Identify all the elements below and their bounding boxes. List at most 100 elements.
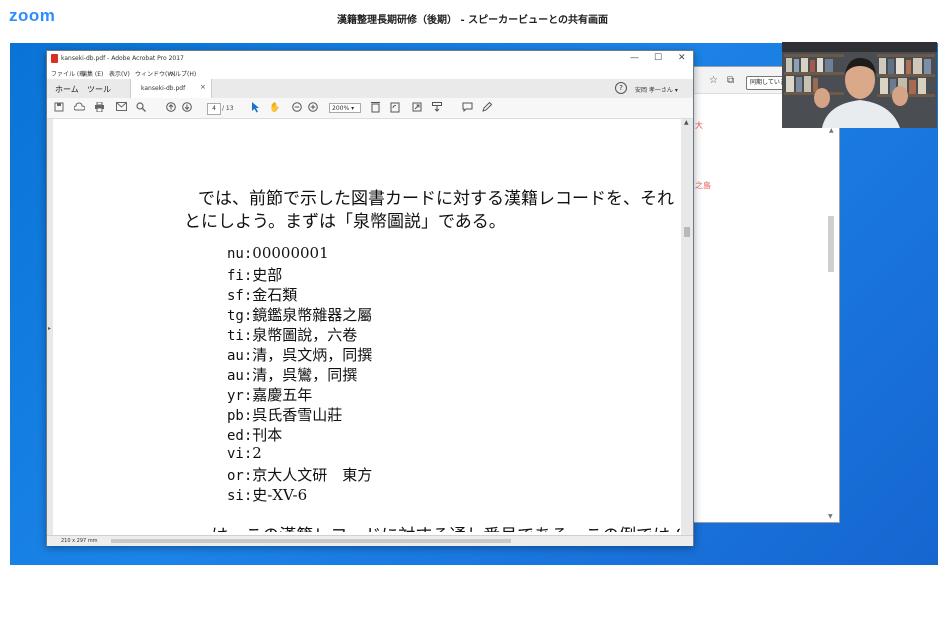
save-icon[interactable] — [53, 102, 65, 114]
record-value: 鏡鑑泉幣雜器之屬 — [252, 306, 373, 324]
record-key: yr: — [227, 388, 253, 404]
tab-tools[interactable]: ツール — [87, 84, 111, 95]
document-clip: nu は、この漢籍レコードに対する通し番号である。この例では 8 — [52, 518, 680, 532]
record-line: sf:金石類 — [227, 284, 297, 305]
favorites-icon[interactable]: ☆ — [709, 75, 718, 86]
document-paragraph: とにしよう。まずは「泉幣圖説」である。 — [184, 212, 506, 232]
right-pane[interactable]: ▲ ◂ — [677, 119, 693, 535]
maximize-icon[interactable]: ☐ — [654, 53, 662, 63]
record-key: tg: — [227, 308, 253, 324]
record-line: ed:刊本 — [227, 424, 282, 445]
expand-left-icon[interactable]: ▸ — [48, 325, 51, 332]
help-icon[interactable]: ? — [615, 82, 627, 94]
record-value: 2 — [252, 444, 262, 462]
scroll-up-icon[interactable]: ▲ — [829, 127, 834, 134]
title-bar: kanseki-db.pdf - Adobe Acrobat Pro 2017 … — [47, 51, 693, 68]
menu-bar: ファイル (F) 編集 (E) 表示(V) ウィンドウ(W) ヘルプ(H) — [47, 68, 693, 79]
speaker-video — [782, 42, 937, 128]
menu-file[interactable]: ファイル (F) — [51, 69, 85, 78]
prev-page-icon[interactable] — [165, 102, 177, 114]
record-line: yr:嘉慶五年 — [227, 384, 312, 405]
record-key: sf: — [227, 288, 253, 304]
hand-icon[interactable]: ✋ — [269, 102, 281, 114]
menu-edit[interactable]: 編集 (E) — [81, 69, 103, 78]
zoom-in-icon[interactable] — [307, 102, 319, 114]
record-line: ti:泉幣圖說，六卷 — [227, 324, 357, 345]
print-icon[interactable] — [93, 101, 105, 114]
document-paragraph: nu は、この漢籍レコードに対する通し番号である。この例では 8 — [184, 521, 680, 532]
search-icon[interactable] — [135, 102, 147, 114]
record-value: 清，呉文炳，同撰 — [252, 346, 373, 364]
record-line: tg:鏡鑑泉幣雜器之屬 — [227, 304, 372, 325]
horizontal-scrollbar-thumb[interactable] — [111, 539, 511, 543]
menu-view[interactable]: 表示(V) — [109, 69, 130, 78]
scroll-mode-icon[interactable] — [431, 102, 443, 114]
next-page-icon[interactable] — [181, 102, 193, 114]
document-paragraph: では、前節で示した図書カードに対する漢籍レコードを、それ — [198, 189, 674, 209]
speaker-video-image — [782, 42, 937, 128]
record-value: 史-XV-6 — [252, 486, 308, 504]
user-account-menu[interactable]: 安岡 孝一さん ▾ — [635, 85, 678, 94]
record-key: au: — [227, 348, 253, 364]
page-total: / 13 — [222, 105, 234, 112]
record-key: si: — [227, 488, 253, 504]
record-value: 金石類 — [252, 286, 298, 304]
background-browser-window[interactable]: ☆ ⧉ 同期していま — [692, 66, 840, 523]
fullscreen-icon[interactable] — [411, 102, 423, 114]
record-key: or: — [227, 468, 253, 484]
window-title: kanseki-db.pdf - Adobe Acrobat Pro 2017 — [61, 55, 184, 62]
scroll-down-icon[interactable]: ▼ — [828, 513, 833, 520]
record-value: 清，呉鸞，同撰 — [252, 366, 358, 384]
scroll-up-icon[interactable]: ▲ — [684, 119, 689, 126]
pdf-file-icon — [51, 54, 58, 63]
record-value: 泉幣圖說，六卷 — [252, 326, 358, 344]
upload-icon[interactable] — [72, 102, 86, 114]
status-bar: 210 x 297 mm — [47, 535, 693, 546]
zoom-topbar: zoom 漢籍整理長期研修（後期） - スピーカービューとの共有画面 — [0, 0, 945, 38]
close-icon[interactable]: ✕ — [678, 53, 686, 63]
record-value: 00000001 — [252, 244, 329, 262]
pen-icon[interactable] — [481, 101, 493, 114]
zoom-level-select[interactable]: 200% ▾ — [329, 103, 361, 113]
rotate-icon[interactable] — [389, 102, 401, 114]
zoom-out-icon[interactable] — [291, 102, 303, 114]
record-line: au:清，呉文炳，同撰 — [227, 344, 372, 365]
record-line: si:史-XV-6 — [227, 484, 307, 505]
menu-help[interactable]: ヘルプ(H) — [169, 69, 196, 78]
vertical-scrollbar-thumb[interactable] — [684, 227, 690, 237]
record-key: pb: — [227, 408, 253, 424]
tab-document[interactable]: kanseki-db.pdf × — [130, 79, 212, 98]
background-red-text: 大 — [695, 121, 703, 130]
record-key: fi: — [227, 268, 253, 284]
comment-icon[interactable] — [461, 102, 473, 114]
browser-scrollbar[interactable] — [828, 216, 834, 272]
record-line: or:京大人文研 東方 — [227, 464, 372, 485]
tab-home[interactable]: ホーム — [55, 84, 79, 95]
record-key: ed: — [227, 428, 253, 444]
zoom-level-value: 200% — [332, 105, 350, 112]
record-value: 京大人文研 東方 — [252, 466, 373, 484]
record-key: nu: — [227, 246, 253, 262]
record-key: vi: — [227, 446, 253, 462]
page-size-label: 210 x 297 mm — [61, 538, 98, 544]
record-value: 刊本 — [252, 426, 283, 444]
record-line: vi:2 — [227, 444, 262, 462]
collections-icon[interactable]: ⧉ — [727, 75, 734, 86]
record-line: au:清，呉鸞，同撰 — [227, 364, 357, 385]
close-tab-icon[interactable]: × — [200, 83, 206, 91]
tab-bar: ホーム ツール kanseki-db.pdf × ? 安岡 孝一さん ▾ — [47, 79, 693, 99]
page-number-input[interactable]: 4 — [207, 103, 221, 115]
record-value: 呉氏香雪山莊 — [252, 406, 343, 424]
fit-page-icon[interactable] — [369, 102, 381, 114]
acrobat-toolbar: 4 / 13 ✋ 200% ▾ — [47, 98, 693, 119]
minimize-icon[interactable]: — — [630, 53, 639, 63]
mail-icon[interactable] — [115, 102, 127, 114]
select-cursor-icon[interactable] — [249, 102, 261, 114]
record-line: pb:呉氏香雪山莊 — [227, 404, 342, 425]
document-tab-label: kanseki-db.pdf — [141, 85, 186, 92]
record-key: au: — [227, 368, 253, 384]
record-line: fi:史部 — [227, 264, 282, 285]
record-key: ti: — [227, 328, 253, 344]
record-line: nu:00000001 — [227, 244, 329, 262]
meeting-title: 漢籍整理長期研修（後期） - スピーカービューとの共有画面 — [336, 15, 608, 26]
